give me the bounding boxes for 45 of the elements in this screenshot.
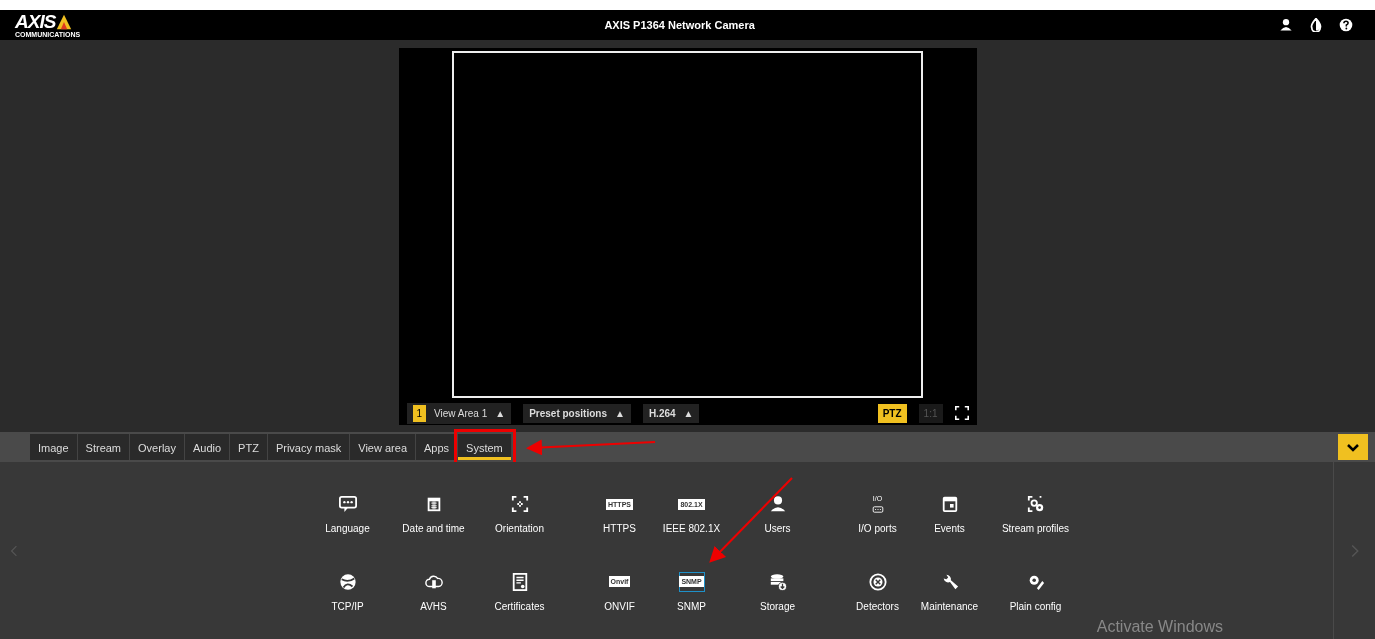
settings-item[interactable]: Plain config [992,571,1079,639]
user-icon[interactable] [1279,18,1293,32]
collapse-button[interactable] [1338,434,1368,460]
settings-item[interactable]: Maintenance [906,571,993,639]
settings-item[interactable]: Detectors [848,571,907,639]
page-title: AXIS P1364 Network Camera [604,17,755,33]
settings-item[interactable]: Orientation [476,494,563,562]
certificate-icon [510,572,529,591]
settings-item[interactable]: Stream profiles [992,494,1079,562]
tab[interactable]: View area [350,434,416,460]
preset-dropdown[interactable]: Preset positions ▲ [523,403,631,423]
frame-icon [510,495,529,513]
tab[interactable]: System [458,434,512,460]
tab[interactable]: Image [30,434,78,460]
person-icon [768,495,787,513]
tab[interactable]: Overlay [130,434,185,460]
chat-icon [338,495,357,513]
tab[interactable]: Stream [77,434,131,460]
tab[interactable]: Apps [416,434,459,460]
globe-icon [338,572,357,591]
ptz-button[interactable]: PTZ [877,403,907,423]
view-area-dropdown[interactable]: 1 View Area 1 ▲ [406,402,512,424]
tab[interactable]: PTZ [230,434,268,460]
settings-item[interactable]: Date and time [390,494,477,562]
settings-item[interactable]: Users [734,494,821,562]
settings-item[interactable]: TCP/IP [304,571,391,639]
settings-item[interactable]: Certificates [476,571,563,639]
fullscreen-icon[interactable] [954,406,969,420]
help-icon[interactable] [1339,18,1353,32]
settings-item[interactable]: Language [304,494,391,562]
settings-item[interactable]: Storage [734,571,821,639]
camera-gear-icon [1026,495,1045,513]
circle-x-icon [868,572,887,591]
logo-text: AXIS [15,12,56,31]
codec-dropdown[interactable]: H.264 ▲ [642,403,700,423]
watermark-text: Activate Windows [1096,617,1223,637]
tab[interactable]: Privacy mask [267,434,351,460]
logo-triangle-icon [55,13,74,30]
chevron-down-icon [1346,442,1360,453]
database-icon [768,572,787,591]
settings-item[interactable]: Events [906,494,993,562]
settings-item[interactable]: AVHS [390,571,477,639]
calendar-icon [940,495,959,513]
contrast-icon[interactable] [1309,18,1323,32]
tab[interactable]: Audio [184,434,231,460]
